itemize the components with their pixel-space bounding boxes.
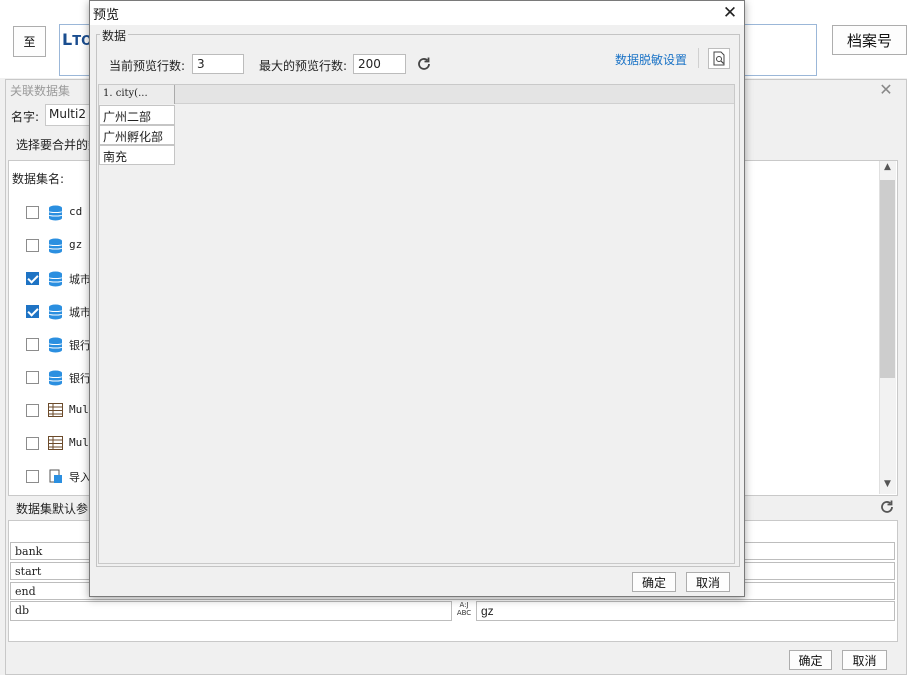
scroll-up-icon[interactable]: ▲ — [880, 162, 895, 176]
dataset-item-label[interactable]: 银行 — [69, 337, 91, 353]
toolbar-divider — [698, 48, 699, 68]
table-icon — [48, 436, 63, 453]
grid-cell[interactable]: 广州二部 — [99, 105, 175, 125]
dataset-item-label[interactable]: 银行 — [69, 370, 91, 386]
toolbar-button-to[interactable]: 至 — [13, 26, 46, 57]
dataset-checkbox[interactable] — [26, 272, 39, 285]
refresh-params-icon[interactable] — [878, 498, 896, 516]
max-rows-label: 最大的预览行数: — [259, 59, 348, 73]
preview-grid — [98, 84, 735, 564]
relation-dialog-title: 关联数据集 — [10, 84, 71, 98]
preview-ok-button[interactable]: 确定 — [632, 572, 676, 592]
dataset-item-label[interactable]: gz — [69, 238, 82, 251]
database-icon — [48, 337, 63, 356]
max-rows-input[interactable]: 200 — [353, 54, 406, 74]
param-name: start — [15, 565, 42, 578]
dataset-checkbox[interactable] — [26, 305, 39, 318]
param-name: bank — [15, 545, 43, 558]
data-group-label: 数据 — [100, 27, 129, 44]
param-name: db — [15, 604, 30, 617]
preview-cancel-label: 取消 — [695, 575, 720, 590]
dataset-item-label[interactable]: cd — [69, 205, 82, 218]
preview-close-icon[interactable]: ✕ — [719, 2, 741, 24]
relation-ok-button[interactable]: 确定 — [789, 650, 832, 670]
dataset-checkbox[interactable] — [26, 206, 39, 219]
param-value: gz — [481, 604, 494, 618]
dataset-checkbox[interactable] — [26, 404, 39, 417]
param-name: end — [15, 585, 36, 598]
relation-dialog-close-icon[interactable]: ✕ — [876, 80, 896, 100]
preview-titlebar[interactable] — [90, 1, 744, 25]
table-icon — [48, 403, 63, 420]
database-icon — [48, 205, 63, 224]
grid-header-row — [99, 85, 734, 104]
params-label: 数据集默认参 — [16, 502, 89, 516]
preview-cancel-button[interactable]: 取消 — [686, 572, 730, 592]
grid-cell[interactable]: 南充 — [99, 145, 175, 165]
refresh-preview-icon[interactable] — [415, 55, 433, 73]
relation-cancel-button[interactable]: 取消 — [842, 650, 887, 670]
relation-ok-label: 确定 — [798, 653, 823, 668]
dataset-checkbox[interactable] — [26, 371, 39, 384]
desensitize-settings-link[interactable]: 数据脱敏设置 — [615, 51, 687, 68]
dataset-checkbox[interactable] — [26, 239, 39, 252]
type-abc-icon[interactable]: A:J ABC — [453, 601, 475, 621]
dataset-checkbox[interactable] — [26, 470, 39, 483]
merge-label: 选择要合并的数 — [16, 138, 101, 152]
database-icon — [48, 370, 63, 389]
dataset-list-scroll-thumb[interactable] — [880, 180, 895, 378]
dataset-item-label[interactable]: Mul — [69, 436, 89, 449]
preview-ok-label: 确定 — [641, 575, 666, 590]
current-rows-input[interactable]: 3 — [192, 54, 244, 74]
param-row-db[interactable]: db — [10, 601, 452, 621]
toolbar-button-to-label: 至 — [23, 35, 36, 49]
app-logo: LTO — [62, 30, 93, 49]
dataset-checkbox[interactable] — [26, 437, 39, 450]
database-icon — [48, 238, 63, 257]
archive-number-button[interactable]: 档案号 — [832, 25, 907, 55]
archive-number-label: 档案号 — [846, 31, 892, 50]
relation-cancel-label: 取消 — [852, 653, 877, 668]
app-header-field-right — [744, 24, 817, 76]
name-label: 名字: — [11, 110, 40, 124]
grid-cell[interactable]: 广州孵化部 — [99, 125, 175, 145]
dataset-name-label: 数据集名: — [12, 172, 65, 186]
dataset-item-label[interactable]: 城市 — [69, 304, 91, 320]
database-icon — [48, 304, 63, 323]
dataset-item-label[interactable]: Mul — [69, 403, 89, 416]
column-header-city[interactable]: 1. city(... — [99, 85, 175, 104]
param-value-db[interactable]: gz — [476, 601, 895, 621]
import-icon — [48, 469, 63, 487]
current-rows-label: 当前预览行数: — [109, 59, 186, 73]
preview-search-icon[interactable] — [708, 48, 730, 69]
dataset-item-label[interactable]: 城市 — [69, 271, 91, 287]
preview-dialog-title: 预览 — [93, 8, 120, 23]
dataset-item-label[interactable]: 导入 — [69, 469, 91, 485]
scroll-down-icon[interactable]: ▼ — [880, 479, 895, 493]
dataset-checkbox[interactable] — [26, 338, 39, 351]
database-icon — [48, 271, 63, 290]
